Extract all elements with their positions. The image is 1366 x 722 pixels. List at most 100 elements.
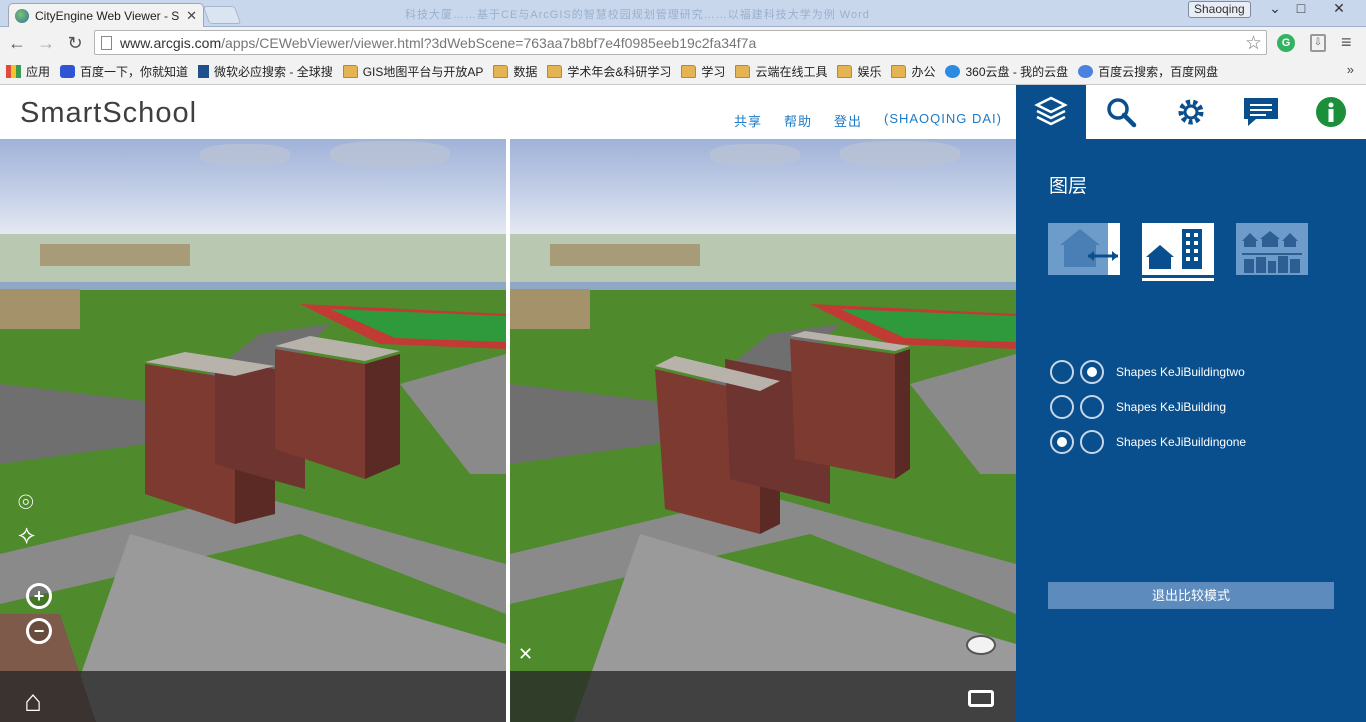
panel-tabs bbox=[1016, 85, 1366, 139]
cloud bbox=[330, 141, 450, 167]
bookmark-label: 应用 bbox=[26, 64, 51, 79]
bookmark-item[interactable]: 360云盘 - 我的云盘 bbox=[945, 63, 1068, 80]
bing-icon bbox=[198, 64, 210, 78]
city-icon bbox=[1242, 231, 1302, 273]
bookmark-item[interactable]: 学习 bbox=[681, 63, 725, 80]
menu-icon[interactable]: ≡ bbox=[1341, 32, 1352, 53]
bookmark-label: 娱乐 bbox=[857, 64, 882, 79]
campus-scene-left bbox=[0, 234, 506, 722]
tab-comments[interactable] bbox=[1226, 85, 1296, 139]
page-icon bbox=[101, 35, 112, 50]
pan-icon[interactable]: ⟡ bbox=[18, 519, 35, 551]
layer-row: Shapes KeJiBuildingone bbox=[1050, 430, 1246, 454]
profile-badge[interactable]: Shaoqing bbox=[1188, 1, 1251, 18]
reload-icon[interactable]: ↻ bbox=[64, 32, 86, 54]
url-host: www.arcgis.com bbox=[120, 34, 222, 51]
folder-icon bbox=[547, 64, 563, 78]
compare-mode-button[interactable] bbox=[1142, 223, 1214, 275]
tab-search[interactable] bbox=[1086, 85, 1156, 139]
zoom-in-button[interactable]: + bbox=[26, 583, 52, 609]
layer-name: Shapes KeJiBuilding bbox=[1116, 400, 1227, 414]
bookmark-item[interactable]: 办公 bbox=[891, 63, 935, 80]
right-view-radio[interactable] bbox=[1080, 430, 1104, 454]
app-header: SmartSchool 共享 帮助 登出 (SHAOQING DAI) bbox=[0, 85, 1016, 139]
header-links: 共享 帮助 登出 (SHAOQING DAI) bbox=[734, 111, 1002, 130]
left-view-radio[interactable] bbox=[1050, 395, 1074, 419]
scene-view-left[interactable]: ⌾ ⟡ + − ⌂ bbox=[0, 139, 506, 722]
tab-layers[interactable] bbox=[1016, 85, 1086, 139]
browser-toolbar: ← → ↻ www.arcgis.com/apps/CEWebViewer/vi… bbox=[0, 27, 1366, 58]
bookmark-star-icon[interactable]: ☆ bbox=[1245, 32, 1262, 55]
bookmark-item[interactable]: 百度一下，你就知道 bbox=[60, 63, 188, 80]
left-view-radio[interactable] bbox=[1050, 360, 1074, 384]
layer-row: Shapes KeJiBuilding bbox=[1050, 395, 1226, 419]
window-close-icon[interactable]: ✕ bbox=[1326, 0, 1352, 16]
folder-icon bbox=[342, 64, 358, 78]
new-tab-button[interactable] bbox=[202, 6, 242, 24]
folder-icon bbox=[493, 64, 509, 78]
download-icon[interactable]: ⇩ bbox=[1310, 34, 1326, 52]
bookmark-item[interactable]: 云端在线工具 bbox=[735, 63, 827, 80]
url-text: www.arcgis.com/apps/CEWebViewer/viewer.h… bbox=[120, 35, 756, 51]
bookmark-item[interactable]: GIS地图平台与开放AP bbox=[342, 63, 484, 80]
swipe-mode-button[interactable] bbox=[1048, 223, 1120, 275]
bookmarks-bar: 应用 百度一下，你就知道 微软必应搜索 - 全球搜 GIS地图平台与开放AP 数据 学术年… bbox=[0, 58, 1366, 85]
search-icon bbox=[1107, 98, 1137, 128]
bookmark-label: 百度一下，你就知道 bbox=[80, 64, 189, 79]
url-path: /apps/CEWebViewer/viewer.html?3dWebScene… bbox=[221, 34, 757, 51]
tab-close-icon[interactable]: ✕ bbox=[186, 8, 197, 24]
tab-info[interactable] bbox=[1296, 85, 1366, 139]
minimize-icon[interactable]: ⌄ bbox=[1262, 0, 1288, 16]
comment-icon bbox=[1244, 98, 1278, 126]
forward-icon[interactable]: → bbox=[35, 32, 57, 54]
right-view-radio[interactable] bbox=[1080, 360, 1104, 384]
cloud bbox=[840, 141, 960, 167]
logout-link[interactable]: 登出 bbox=[834, 111, 862, 130]
bookmark-item[interactable]: 数据 bbox=[493, 63, 537, 80]
layer-name: Shapes KeJiBuildingtwo bbox=[1116, 365, 1245, 379]
home-icon[interactable]: ⌂ bbox=[24, 685, 42, 719]
bookmark-label: 办公 bbox=[911, 64, 936, 79]
address-bar[interactable]: www.arcgis.com/apps/CEWebViewer/viewer.h… bbox=[94, 30, 1267, 55]
apps-icon bbox=[6, 64, 21, 78]
bookmark-item[interactable]: 微软必应搜索 - 全球搜 bbox=[198, 63, 333, 80]
exit-compare-button[interactable]: 退出比较模式 bbox=[1048, 582, 1334, 609]
bookmark-item[interactable]: 百度云搜索，百度网盘 bbox=[1078, 63, 1218, 80]
cloud bbox=[710, 144, 800, 166]
close-compare-icon[interactable]: ✕ bbox=[518, 644, 533, 665]
bookmark-item[interactable]: 应用 bbox=[6, 63, 50, 80]
fullscreen-icon[interactable] bbox=[968, 690, 994, 707]
help-link[interactable]: 帮助 bbox=[784, 111, 812, 130]
panel-title: 图层 bbox=[1049, 176, 1088, 197]
bottom-toolbar-right bbox=[510, 671, 1016, 722]
app-logo: SmartSchool bbox=[20, 97, 198, 129]
right-view-radio[interactable] bbox=[1080, 395, 1104, 419]
window-title: 科技大厦……基于CE与ArcGIS的智慧校园规划管理研究……以福建科技大学为例 … bbox=[405, 9, 870, 21]
bookmark-item[interactable]: 学术年会&科研学习 bbox=[547, 63, 671, 80]
tab-settings[interactable] bbox=[1156, 85, 1226, 139]
user-link[interactable]: (SHAOQING DAI) bbox=[884, 111, 1002, 130]
layers-icon bbox=[1034, 96, 1068, 126]
browser-tabbar: CityEngine Web Viewer - S ✕ 科技大厦……基于CE与A… bbox=[0, 0, 1366, 27]
restore-icon[interactable]: □ bbox=[1288, 0, 1314, 16]
scene-view-right[interactable]: ✕ bbox=[510, 139, 1016, 722]
bookmarks-more-icon[interactable]: » bbox=[1347, 62, 1354, 77]
active-mode-indicator bbox=[1142, 278, 1214, 281]
folder-icon bbox=[681, 64, 697, 78]
bookmark-label: 学习 bbox=[701, 64, 726, 79]
buildings-compare-icon bbox=[1146, 229, 1202, 269]
overview-mode-button[interactable] bbox=[1236, 223, 1308, 275]
compass-icon[interactable] bbox=[966, 635, 996, 655]
bookmark-label: 数据 bbox=[513, 64, 538, 79]
left-view-radio[interactable] bbox=[1050, 430, 1074, 454]
baidu-icon bbox=[60, 64, 76, 78]
bookmark-item[interactable]: 娱乐 bbox=[837, 63, 881, 80]
share-link[interactable]: 共享 bbox=[734, 111, 762, 130]
zoom-out-button[interactable]: − bbox=[26, 618, 52, 644]
back-icon[interactable]: ← bbox=[6, 32, 28, 54]
extension-icon[interactable]: G bbox=[1277, 34, 1295, 52]
browser-tab[interactable]: CityEngine Web Viewer - S ✕ bbox=[8, 3, 204, 27]
orbit-icon[interactable]: ⌾ bbox=[18, 487, 34, 519]
bookmark-label: GIS地图平台与开放AP bbox=[362, 64, 484, 79]
house-swap-icon bbox=[1060, 223, 1120, 275]
